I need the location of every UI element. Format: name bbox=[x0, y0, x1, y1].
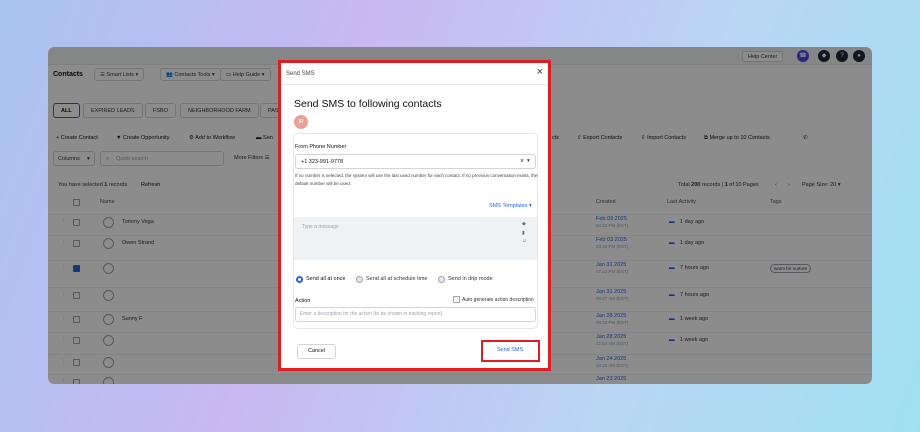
action-description-input[interactable]: Enter a description for the action (to b… bbox=[295, 307, 536, 322]
message-textarea[interactable]: Type a message ◆ ▮ ☺ bbox=[294, 217, 537, 260]
send-sms-button[interactable]: Send SMS bbox=[486, 345, 534, 356]
send-sms-button-highlight: Send SMS bbox=[481, 340, 540, 362]
sms-form-card: From Phone Number +1 323-991-9778 × ▾ If… bbox=[293, 133, 538, 329]
emoji-icon[interactable]: ☺ bbox=[522, 238, 527, 244]
auto-generate-checkbox[interactable] bbox=[453, 296, 460, 303]
sms-templates-button[interactable]: SMS Templates ▾ bbox=[489, 203, 532, 209]
modal-header: Send SMS × bbox=[281, 63, 548, 85]
cancel-button[interactable]: Cancel bbox=[297, 344, 336, 359]
from-phone-label: From Phone Number bbox=[295, 144, 347, 150]
from-phone-select[interactable]: +1 323-991-9778 × ▾ bbox=[295, 154, 536, 169]
tag-icon[interactable]: ◆ bbox=[522, 221, 526, 227]
send-drip-mode-radio[interactable] bbox=[438, 276, 445, 283]
action-label: Action bbox=[295, 298, 311, 304]
send-all-at-once-radio[interactable] bbox=[296, 276, 303, 283]
send-at-schedule-label: Send all at schedule time bbox=[366, 276, 428, 282]
send-at-schedule-radio[interactable] bbox=[356, 276, 363, 283]
contact-avatar-chip[interactable]: IR bbox=[294, 115, 308, 129]
send-all-at-once-label: Send all at once bbox=[306, 276, 346, 282]
close-icon[interactable]: × bbox=[537, 67, 543, 78]
modal-header-title: Send SMS bbox=[286, 71, 315, 77]
clear-icon[interactable]: × bbox=[520, 158, 524, 165]
auto-generate-label: Auto generate action description bbox=[462, 297, 534, 303]
modal-title: Send SMS to following contacts bbox=[294, 98, 442, 110]
send-drip-mode-label: Send in drip mode bbox=[448, 276, 493, 282]
chevron-down-icon: ▾ bbox=[527, 158, 530, 164]
send-sms-modal: Send SMS × Send SMS to following contact… bbox=[278, 60, 551, 371]
from-phone-note: If no number is selected, the system wil… bbox=[295, 173, 538, 186]
attachment-icon[interactable]: ▮ bbox=[522, 230, 525, 236]
